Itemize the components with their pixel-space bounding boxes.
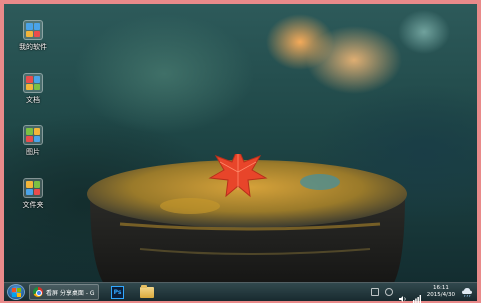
taskbar-item-chrome[interactable]: 看屏 分享桌面 - G... bbox=[29, 284, 99, 300]
clock[interactable]: 16:11 2015/4/30 bbox=[427, 285, 455, 299]
volume-icon[interactable] bbox=[398, 288, 407, 302]
network-icon[interactable] bbox=[412, 288, 421, 303]
window-frame: 我的软件 文档 图片 文件夹 看屏 分享桌面 - G... Ps 16:11 2… bbox=[0, 0, 481, 303]
desktop-icon-label: 我的软件 bbox=[19, 43, 47, 51]
software-folder-icon bbox=[23, 20, 43, 40]
chrome-icon bbox=[33, 287, 43, 297]
folder-icon bbox=[23, 178, 43, 198]
wallpaper-stump bbox=[87, 154, 407, 282]
documents-folder-icon bbox=[23, 73, 43, 93]
sync-icon[interactable] bbox=[384, 288, 393, 296]
desktop-icon-folder[interactable]: 文件夹 bbox=[13, 178, 53, 210]
clock-date: 2015/4/30 bbox=[426, 292, 455, 298]
desktop-icon-documents[interactable]: 文档 bbox=[13, 73, 53, 105]
weather-icon[interactable] bbox=[461, 287, 473, 297]
taskbar-item-label: 看屏 分享桌面 - G... bbox=[46, 289, 95, 297]
desktop-icon-label: 图片 bbox=[26, 148, 40, 156]
photoshop-icon[interactable]: Ps bbox=[111, 285, 124, 299]
file-explorer-icon[interactable] bbox=[140, 284, 154, 298]
start-button[interactable] bbox=[7, 284, 25, 300]
pictures-folder-icon bbox=[23, 125, 43, 145]
desktop-icon-software[interactable]: 我的软件 bbox=[13, 20, 53, 52]
system-tray: 16:11 2015/4/30 bbox=[370, 283, 477, 303]
display-icon[interactable] bbox=[370, 288, 379, 296]
desktop-icon-pictures[interactable]: 图片 bbox=[13, 125, 53, 157]
clock-time: 16:11 bbox=[432, 285, 449, 291]
desktop[interactable]: 我的软件 文档 图片 文件夹 bbox=[4, 4, 477, 282]
desktop-icon-label: 文档 bbox=[26, 96, 40, 104]
desktop-icon-label: 文件夹 bbox=[22, 201, 44, 209]
taskbar: 看屏 分享桌面 - G... Ps 16:11 2015/4/30 bbox=[4, 282, 477, 303]
windows-start-icon bbox=[11, 287, 21, 297]
